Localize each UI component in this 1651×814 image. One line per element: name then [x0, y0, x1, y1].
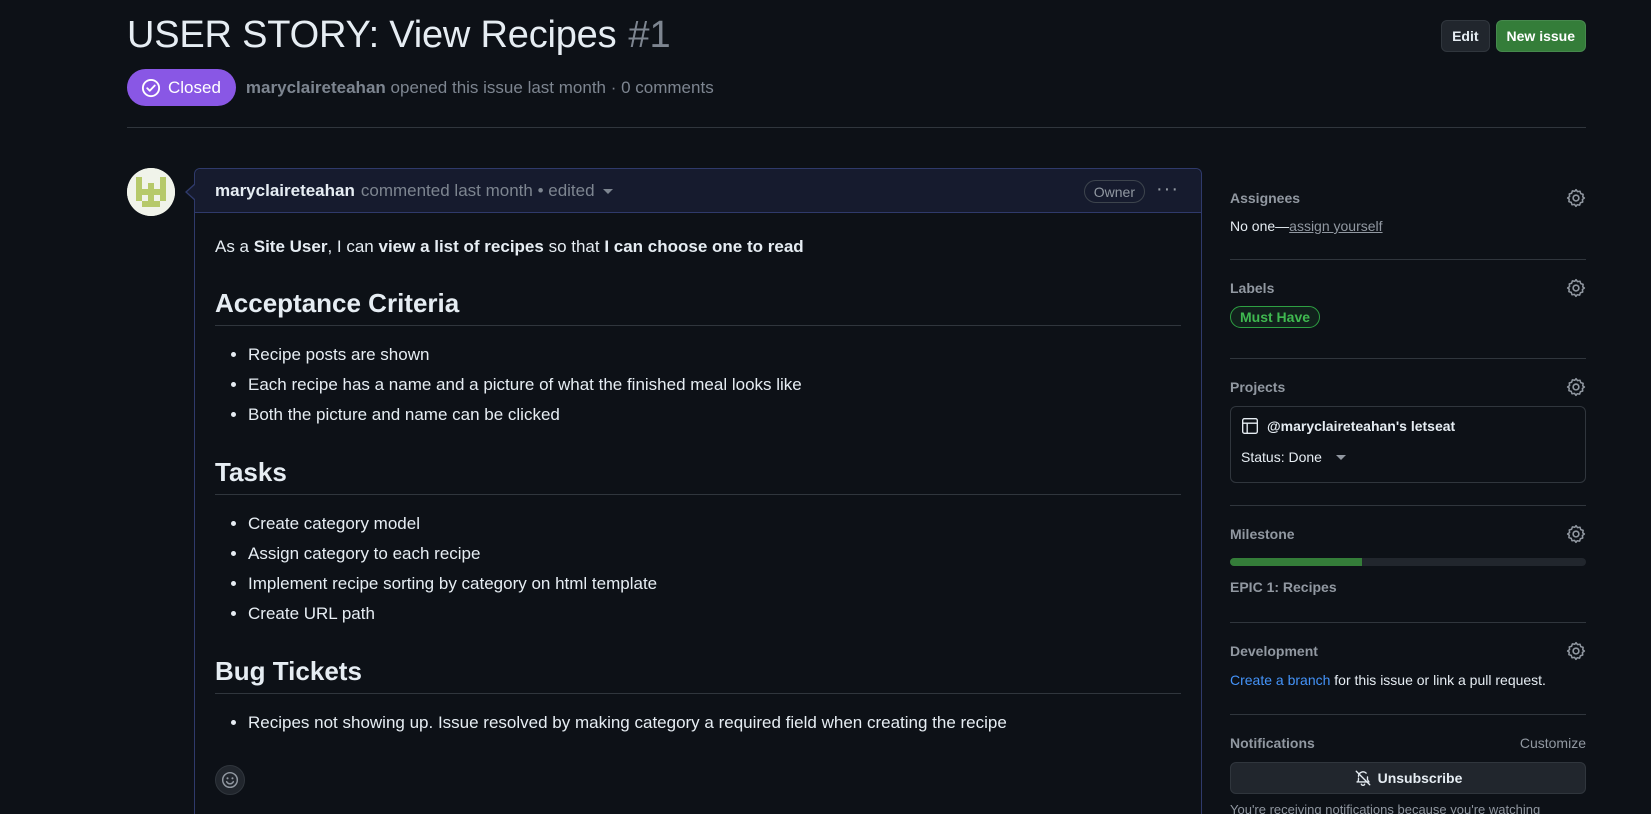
gear-icon[interactable]: [1566, 278, 1586, 298]
assign-yourself-link[interactable]: assign yourself: [1289, 218, 1382, 234]
tasks-list: Create category model Assign category to…: [215, 509, 1181, 629]
issue-author-link[interactable]: maryclaireteahan: [246, 78, 386, 97]
development-text: Create a branch for this issue or link a…: [1230, 672, 1546, 688]
labels-label: Labels: [1230, 280, 1275, 296]
section-heading: Acceptance Criteria: [215, 287, 1181, 326]
list-item: Assign category to each recipe: [248, 539, 1181, 569]
projects-label: Projects: [1230, 379, 1286, 395]
issue-opened-text: opened this issue last month · 0 comment…: [390, 77, 714, 97]
projects-section: Projects @maryclaireteahan's letseat Sta…: [1230, 359, 1586, 506]
labels-section: Labels Must Have: [1230, 260, 1586, 359]
label-must-have[interactable]: Must Have: [1230, 306, 1321, 328]
closed-check-icon: [141, 78, 161, 97]
owner-badge: Owner: [1083, 180, 1145, 203]
unsubscribe-label: Unsubscribe: [1377, 770, 1463, 786]
project-status-dropdown[interactable]: Status: Done: [1241, 449, 1575, 465]
edit-history-dropdown-icon[interactable]: [602, 189, 613, 194]
avatar[interactable]: [127, 168, 175, 216]
gear-icon[interactable]: [1566, 524, 1586, 544]
issue-sidebar: Assignees No one—assign yourself Labels …: [1230, 170, 1586, 814]
assignees-label: Assignees: [1230, 190, 1301, 206]
header-divider: [127, 127, 1586, 128]
milestone-section: Milestone EPIC 1: Recipes: [1230, 506, 1586, 623]
section-heading: Tasks: [215, 456, 1181, 495]
assignees-value: No one—assign yourself: [1230, 218, 1383, 234]
list-item: Create URL path: [248, 599, 1181, 629]
bell-slash-icon: [1355, 770, 1371, 787]
issue-meta: maryclaireteahan opened this issue last …: [246, 78, 714, 98]
unsubscribe-button[interactable]: Unsubscribe: [1230, 762, 1586, 794]
issue-comment: maryclaireteahan commented last month • …: [185, 168, 1202, 814]
section-heading: Bug Tickets: [215, 655, 1181, 694]
issue-number: #1: [628, 14, 671, 56]
comment-meta: commented last month • edited: [360, 180, 595, 200]
chevron-down-icon: [1335, 454, 1346, 460]
project-name-link[interactable]: @maryclaireteahan's letseat: [1267, 418, 1455, 434]
project-status: Status: Done: [1241, 449, 1322, 465]
notifications-footnote: You're receiving notifications because y…: [1230, 802, 1541, 814]
issue-header: USER STORY: View Recipes #1 Edit New iss…: [127, 14, 1586, 106]
criteria-list: Recipe posts are shown Each recipe has a…: [215, 340, 1181, 430]
bug-tickets-list: Recipes not showing up. Issue resolved b…: [215, 708, 1181, 738]
new-issue-button[interactable]: New issue: [1495, 20, 1586, 52]
list-item: Both the picture and name can be clicked: [248, 400, 1181, 430]
gear-icon[interactable]: [1566, 377, 1586, 397]
development-section: Development Create a branch for this iss…: [1230, 623, 1586, 715]
list-item: Recipes not showing up. Issue resolved b…: [248, 708, 1181, 738]
status-badge: Closed: [127, 69, 236, 106]
table-icon: [1242, 418, 1258, 434]
milestone-progress-fill: [1230, 558, 1362, 566]
edit-button[interactable]: Edit: [1441, 20, 1490, 52]
assignees-section: Assignees No one—assign yourself: [1230, 170, 1586, 260]
issue-title: USER STORY: View Recipes: [127, 14, 617, 56]
list-item: Each recipe has a name and a picture of …: [248, 370, 1181, 400]
add-reaction-button[interactable]: [215, 765, 245, 795]
notifications-section: Notifications Customize Unsubscribe You'…: [1230, 715, 1586, 814]
milestone-progress-bar: [1230, 558, 1586, 566]
kebab-menu-icon[interactable]: ···: [1156, 179, 1179, 199]
gear-icon[interactable]: [1566, 641, 1586, 661]
list-item: Recipe posts are shown: [248, 340, 1181, 370]
comment-header: maryclaireteahan commented last month • …: [185, 169, 1201, 213]
comment-author[interactable]: maryclaireteahan: [215, 181, 355, 201]
create-branch-link[interactable]: Create a branch: [1230, 672, 1330, 688]
development-label: Development: [1230, 643, 1318, 659]
identicon-icon: [127, 168, 175, 216]
smiley-icon: [221, 771, 239, 789]
list-item: Implement recipe sorting by category on …: [248, 569, 1181, 599]
list-item: Create category model: [248, 509, 1181, 539]
project-card: @maryclaireteahan's letseat Status: Done: [1230, 406, 1586, 483]
comment-body: As a Site User, I can view a list of rec…: [195, 213, 1201, 738]
user-story-text: As a Site User, I can view a list of rec…: [215, 237, 804, 256]
milestone-title-link[interactable]: EPIC 1: Recipes: [1230, 579, 1586, 595]
gear-icon[interactable]: [1566, 188, 1586, 208]
customize-link[interactable]: Customize: [1520, 735, 1586, 751]
milestone-label: Milestone: [1230, 526, 1295, 542]
status-label: Closed: [168, 77, 221, 97]
